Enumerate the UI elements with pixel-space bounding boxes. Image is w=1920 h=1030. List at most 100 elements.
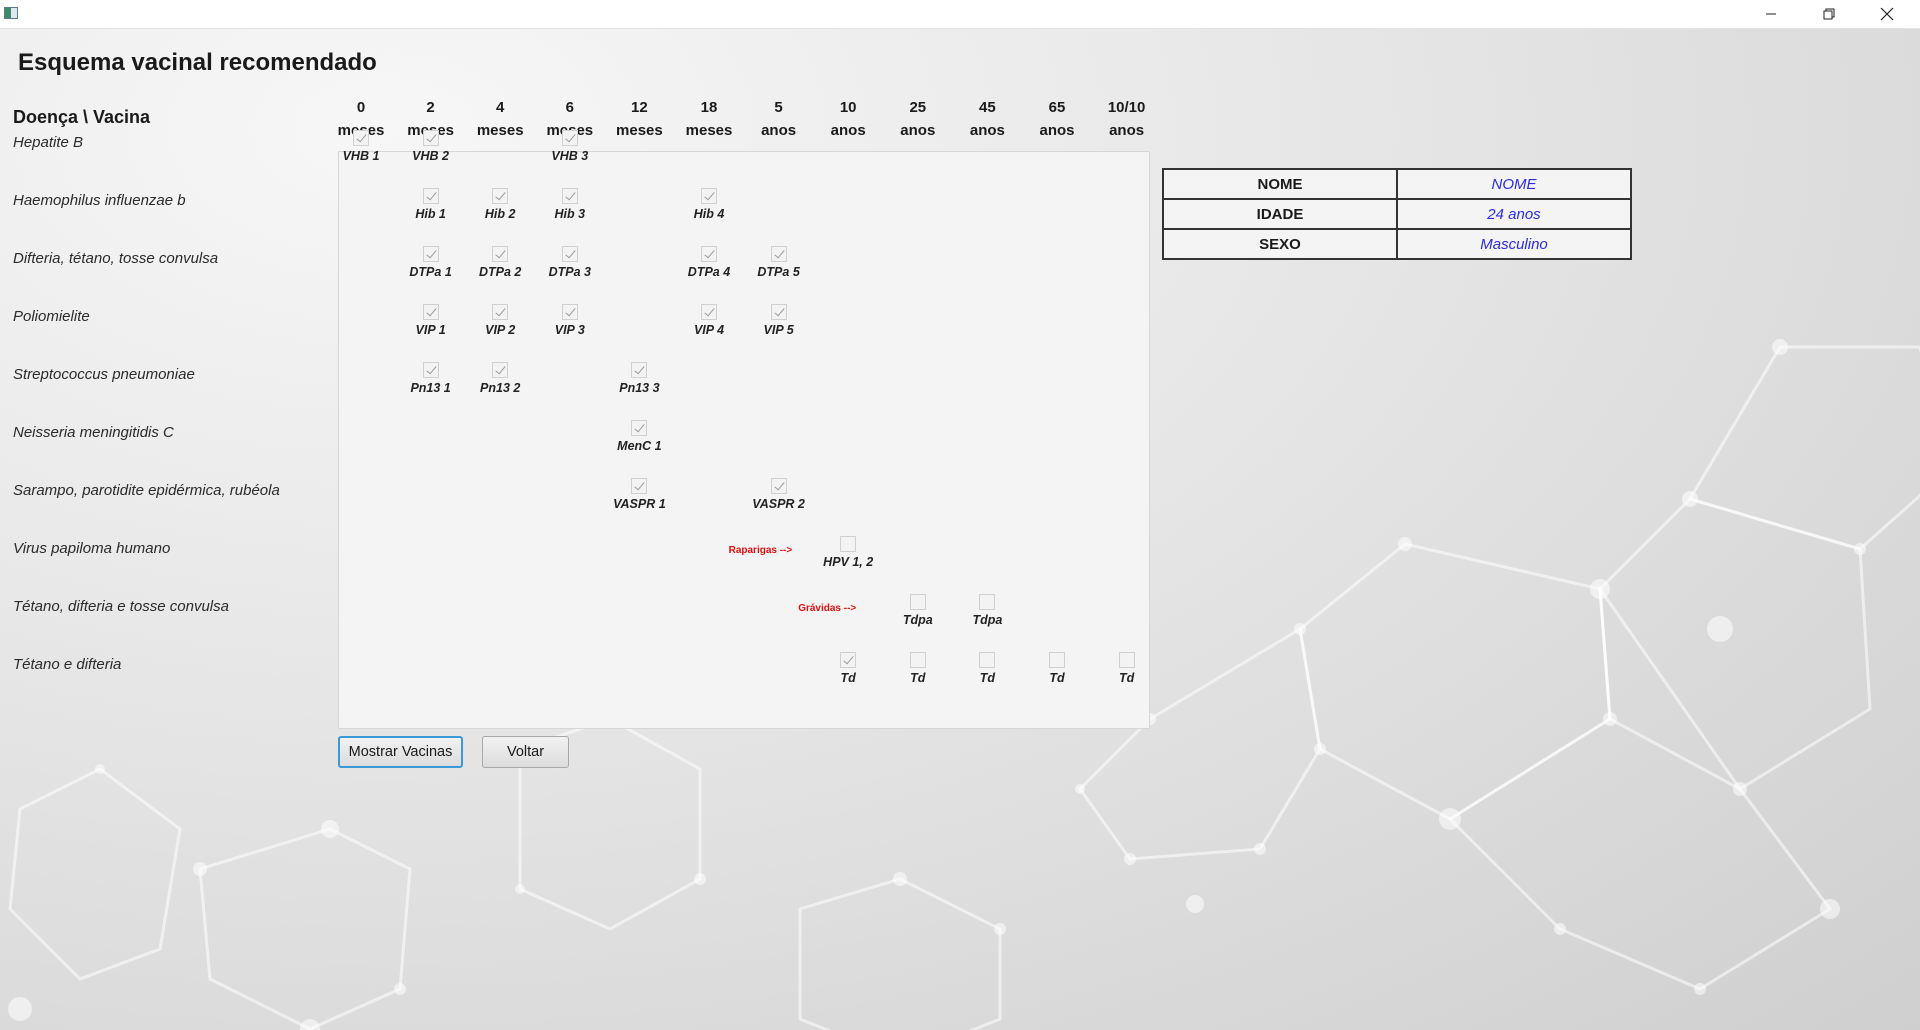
column-header-number: 65 bbox=[1048, 99, 1066, 116]
dose-checkbox[interactable] bbox=[979, 594, 996, 610]
minimize-button[interactable] bbox=[1742, 0, 1800, 28]
column-header: 4 meses bbox=[465, 96, 535, 142]
dose-checkbox[interactable] bbox=[770, 304, 787, 320]
dose-label: VASPR 2 bbox=[752, 497, 805, 511]
dose-label: Td bbox=[1118, 671, 1135, 685]
dose-checkbox[interactable] bbox=[422, 188, 439, 204]
restore-button[interactable] bbox=[1800, 0, 1858, 28]
dose-label: Hib 3 bbox=[554, 207, 586, 221]
dose-checkbox[interactable] bbox=[701, 246, 717, 262]
dose-checkbox[interactable] bbox=[1118, 652, 1135, 668]
column-header: 45 anos bbox=[952, 96, 1022, 142]
vaccine-dose: DTPa 3 bbox=[535, 246, 605, 279]
dose-checkbox[interactable] bbox=[979, 652, 996, 668]
disease-label: Difteria, tétano, tosse convulsa bbox=[13, 250, 219, 267]
disease-label: Poliomielite bbox=[13, 308, 90, 325]
vaccine-dose: MenC 1 bbox=[604, 420, 674, 453]
vaccine-dose: Hib 1 bbox=[396, 188, 466, 221]
dose-checkbox[interactable] bbox=[561, 246, 578, 262]
column-header-unit: anos bbox=[1109, 122, 1145, 139]
dose-checkbox[interactable] bbox=[631, 362, 648, 378]
column-header-number: 4 bbox=[496, 99, 505, 116]
dose-checkbox[interactable] bbox=[422, 362, 439, 378]
dose-checkbox[interactable] bbox=[770, 246, 787, 262]
group-note: Raparigas --> bbox=[728, 545, 793, 556]
close-icon bbox=[1880, 7, 1894, 21]
dose-checkbox[interactable] bbox=[561, 304, 578, 320]
page-title: Esquema vacinal recomendado bbox=[18, 49, 377, 76]
info-key: NOME bbox=[1162, 168, 1398, 200]
dose-checkbox[interactable] bbox=[701, 304, 717, 320]
dose-label: DTPa 3 bbox=[548, 265, 591, 279]
dose-checkbox[interactable] bbox=[492, 304, 509, 320]
info-row: NOME NOME bbox=[1162, 168, 1632, 200]
dose-checkbox[interactable] bbox=[909, 652, 926, 668]
back-button[interactable]: Voltar bbox=[482, 736, 569, 768]
dose-checkbox[interactable] bbox=[422, 246, 439, 262]
dose-checkbox[interactable] bbox=[422, 130, 439, 146]
dose-checkbox[interactable] bbox=[353, 130, 369, 146]
dose-checkbox[interactable] bbox=[492, 188, 509, 204]
dose-checkbox[interactable] bbox=[492, 362, 509, 378]
column-header: 5 anos bbox=[744, 96, 814, 142]
column-header: 65 anos bbox=[1022, 96, 1092, 142]
dose-checkbox[interactable] bbox=[561, 188, 578, 204]
vaccine-dose: HPV 1, 2 bbox=[813, 536, 883, 569]
group-note: Grávidas --> bbox=[798, 603, 857, 614]
dose-checkbox[interactable] bbox=[840, 652, 857, 668]
vaccine-dose: VHB 3 bbox=[535, 130, 605, 163]
column-header-unit: anos bbox=[761, 122, 797, 139]
vaccine-dose: Td bbox=[952, 652, 1022, 685]
vaccine-dose: VHB 1 bbox=[326, 130, 396, 163]
dose-checkbox[interactable] bbox=[422, 304, 439, 320]
info-key: SEXO bbox=[1162, 228, 1398, 260]
vaccine-dose: DTPa 4 bbox=[674, 246, 744, 279]
dose-label: Pn13 2 bbox=[480, 381, 521, 395]
column-header-unit: meses bbox=[476, 122, 524, 139]
column-header-unit: meses bbox=[685, 122, 733, 139]
dose-label: Tdpa bbox=[972, 613, 1003, 627]
vaccine-dose: VIP 4 bbox=[674, 304, 744, 337]
vaccine-dose: VIP 3 bbox=[535, 304, 605, 337]
info-row: IDADE 24 anos bbox=[1162, 198, 1632, 230]
disease-label: Neisseria meningitidis C bbox=[13, 424, 174, 441]
close-button[interactable] bbox=[1858, 0, 1916, 28]
vaccine-grid bbox=[338, 151, 1150, 729]
dose-label: VIP 3 bbox=[554, 323, 585, 337]
window-titlebar bbox=[0, 0, 1920, 29]
dose-checkbox[interactable] bbox=[631, 478, 648, 494]
dose-label: Tdpa bbox=[902, 613, 933, 627]
dose-checkbox[interactable] bbox=[909, 594, 926, 610]
vaccine-dose: Hib 3 bbox=[535, 188, 605, 221]
column-header-number: 2 bbox=[426, 99, 435, 116]
dose-label: Td bbox=[1049, 671, 1065, 685]
vaccine-dose: Pn13 1 bbox=[396, 362, 466, 395]
app-icon bbox=[4, 7, 18, 19]
column-header-number: 45 bbox=[979, 99, 996, 116]
dose-label: VIP 5 bbox=[763, 323, 794, 337]
column-header: 10/10 anos bbox=[1092, 96, 1162, 142]
column-header-number: 10 bbox=[839, 99, 857, 116]
column-header-number: 25 bbox=[909, 99, 927, 116]
dose-checkbox[interactable] bbox=[770, 478, 787, 494]
show-vaccines-button[interactable]: Mostrar Vacinas bbox=[338, 736, 463, 768]
main-panel: Esquema vacinal recomendado Doença \ Vac… bbox=[0, 29, 1920, 1030]
info-key: IDADE bbox=[1162, 198, 1398, 230]
dose-checkbox[interactable] bbox=[1049, 652, 1065, 668]
dose-label: Hib 1 bbox=[415, 207, 446, 221]
column-header-number: 0 bbox=[356, 99, 366, 116]
disease-label: Sarampo, parotidite epidérmica, rubéola bbox=[13, 482, 280, 499]
dose-checkbox[interactable] bbox=[840, 536, 857, 552]
dose-checkbox[interactable] bbox=[701, 188, 717, 204]
vaccine-dose: Hib 2 bbox=[465, 188, 535, 221]
vaccine-dose: Tdpa bbox=[952, 594, 1022, 627]
column-header-unit: anos bbox=[1039, 122, 1075, 139]
dose-checkbox[interactable] bbox=[492, 246, 509, 262]
dose-label: VIP 2 bbox=[485, 323, 516, 337]
dose-checkbox[interactable] bbox=[631, 420, 648, 436]
dose-checkbox[interactable] bbox=[561, 130, 578, 146]
dose-label: VASPR 1 bbox=[613, 497, 666, 511]
column-header: 10 anos bbox=[813, 96, 883, 142]
disease-label: Streptococcus pneumoniae bbox=[13, 366, 195, 383]
patient-info-table: NOME NOME IDADE 24 anos SEXO Masculino bbox=[1162, 168, 1632, 260]
